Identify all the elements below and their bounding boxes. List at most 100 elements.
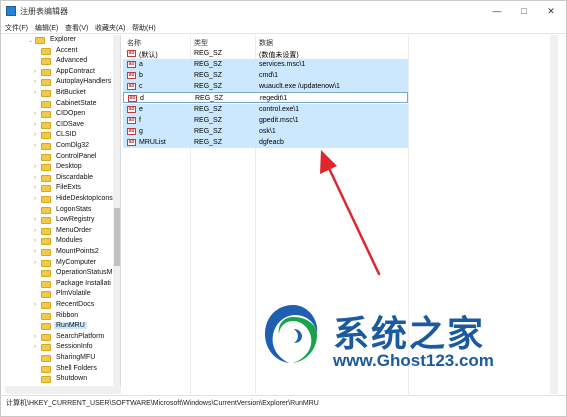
table-row[interactable]: ab c REG_SZ wuauclt.exe /updatenow\1 xyxy=(123,81,408,93)
expand-chevron-icon[interactable]: › xyxy=(34,175,36,181)
tree-item-label: HideDesktopIcons xyxy=(56,195,113,202)
tree-item[interactable]: ControlPanel xyxy=(5,152,113,163)
watermark-title: 系统之家 xyxy=(333,314,486,355)
expand-chevron-icon[interactable]: ⌄ xyxy=(28,37,33,44)
values-vertical-scrollbar[interactable] xyxy=(550,35,558,394)
tree-item[interactable]: › HideDesktopIcons xyxy=(5,194,113,205)
expand-chevron-icon[interactable]: › xyxy=(34,334,36,340)
folder-icon xyxy=(41,164,51,172)
tree-item-label: CIDSave xyxy=(56,120,85,128)
expand-chevron-icon[interactable]: › xyxy=(34,344,36,350)
tree-item[interactable]: CabinetState xyxy=(5,99,113,110)
tree-item[interactable]: › Desktop xyxy=(5,162,113,173)
table-row[interactable]: ab (默认) REG_SZ (数值未设置) xyxy=(123,48,408,59)
table-row[interactable]: ab f REG_SZ gpedit.msc\1 xyxy=(123,114,408,126)
tree-item[interactable]: › CIDOpen xyxy=(5,109,113,120)
expand-chevron-icon[interactable]: › xyxy=(34,260,36,266)
string-value-icon: ab xyxy=(127,105,136,113)
expand-chevron-icon[interactable]: › xyxy=(34,132,36,138)
tree-item-label: AutoplayHandlers xyxy=(56,78,112,86)
column-header-name[interactable]: 名称 xyxy=(127,38,141,48)
tree-item[interactable]: PlmVolatile xyxy=(5,289,113,300)
tree-item[interactable]: Ribbon xyxy=(5,311,113,322)
tree-item[interactable]: › MountPoints2 xyxy=(5,247,113,258)
watermark-logo-icon xyxy=(265,305,318,363)
tree-item[interactable]: › SessionInfo xyxy=(5,342,113,353)
tree-item[interactable]: › MenuOrder xyxy=(5,226,113,237)
expand-chevron-icon[interactable]: › xyxy=(34,122,36,128)
table-row[interactable]: ab b REG_SZ cmd\1 xyxy=(123,70,408,82)
table-row[interactable]: ab a REG_SZ services.msc\1 xyxy=(123,59,408,71)
string-value-icon: ab xyxy=(127,127,136,135)
table-row[interactable]: ab d REG_SZ regedit\1 xyxy=(123,92,408,104)
menu-file[interactable]: 文件(F) xyxy=(5,23,28,33)
tree-item-label: SessionInfo xyxy=(56,343,93,351)
column-header-data[interactable]: 数据 xyxy=(259,38,273,48)
tree-item[interactable]: Shutdown xyxy=(5,374,113,385)
tree-item[interactable]: › ComDlg32 xyxy=(5,141,113,152)
expand-chevron-icon[interactable]: › xyxy=(34,69,36,75)
tree-scroll-thumb[interactable] xyxy=(114,208,120,266)
expand-chevron-icon[interactable]: › xyxy=(34,302,36,308)
expand-chevron-icon[interactable]: › xyxy=(34,90,36,96)
tree-horizontal-scrollbar[interactable] xyxy=(5,386,121,394)
menu-bar: 文件(F) 编辑(E) 查看(V) 收藏夹(A) 帮助(H) xyxy=(1,21,566,34)
tree-item-label: SearchPlatform xyxy=(56,332,105,340)
tree-item[interactable]: ⌄ Explorer xyxy=(5,35,107,46)
folder-icon xyxy=(41,206,51,214)
tree-item-label: AppContract xyxy=(56,67,95,75)
close-button[interactable]: ✕ xyxy=(543,4,559,18)
tree-item[interactable]: OperationStatusM xyxy=(5,268,113,279)
column-header-type[interactable]: 类型 xyxy=(194,38,208,48)
tree-item[interactable]: Advanced xyxy=(5,56,113,67)
registry-key-tree[interactable]: Shutdown Shell Folders SharingMFU › SessionI… xyxy=(5,35,121,386)
menu-view[interactable]: 查看(V) xyxy=(65,23,88,33)
table-row[interactable]: ab g REG_SZ osk\1 xyxy=(123,125,408,137)
tree-item[interactable]: Shell Folders xyxy=(5,364,113,375)
tree-item-label: Shell Folders xyxy=(56,364,97,372)
string-value-icon: ab xyxy=(127,83,136,91)
tree-item[interactable]: › LowRegistry xyxy=(5,215,113,226)
expand-chevron-icon[interactable]: › xyxy=(34,217,36,223)
tree-item[interactable]: › AppContract xyxy=(5,67,113,78)
tree-item[interactable]: › FileExts xyxy=(5,183,113,194)
menu-favorites[interactable]: 收藏夹(A) xyxy=(95,23,125,33)
expand-chevron-icon[interactable]: › xyxy=(34,185,36,191)
menu-help[interactable]: 帮助(H) xyxy=(132,23,156,33)
tree-item[interactable]: › MyComputer xyxy=(5,258,113,269)
tree-item[interactable]: Accent xyxy=(5,46,113,57)
expand-chevron-icon[interactable]: › xyxy=(34,228,36,234)
minimize-button[interactable]: — xyxy=(489,4,505,18)
tree-item[interactable]: › BitBucket xyxy=(5,88,113,99)
tree-item[interactable]: › CLSID xyxy=(5,130,113,141)
tree-item[interactable]: › CIDSave xyxy=(5,120,113,131)
tree-item-label: LogonStats xyxy=(56,205,92,213)
value-type: REG_SZ xyxy=(195,95,224,103)
folder-icon xyxy=(41,227,51,235)
maximize-button[interactable]: □ xyxy=(516,4,532,18)
title-bar[interactable]: 注册表编辑器 — □ ✕ xyxy=(1,1,566,21)
expand-chevron-icon[interactable]: › xyxy=(34,79,36,85)
menu-edit[interactable]: 编辑(E) xyxy=(35,23,58,33)
expand-chevron-icon[interactable]: › xyxy=(34,111,36,117)
tree-item-label: MountPoints2 xyxy=(56,248,99,255)
tree-item-label: Desktop xyxy=(56,163,82,171)
tree-item[interactable]: › Discardable xyxy=(5,173,113,184)
table-row[interactable]: ab e REG_SZ control.exe\1 xyxy=(123,103,408,115)
tree-item[interactable]: SharingMFU xyxy=(5,353,113,364)
value-type: REG_SZ xyxy=(194,61,223,69)
expand-chevron-icon[interactable]: › xyxy=(34,238,36,244)
tree-vertical-scrollbar[interactable] xyxy=(113,35,120,386)
tree-item[interactable]: Package Installati xyxy=(5,279,113,290)
tree-item[interactable]: RunMRU xyxy=(5,321,113,332)
expand-chevron-icon[interactable]: › xyxy=(34,164,36,170)
tree-item[interactable]: › RecentDocs xyxy=(5,300,113,311)
tree-item[interactable]: LogonStats xyxy=(5,205,113,216)
expand-chevron-icon[interactable]: › xyxy=(34,143,36,149)
tree-item[interactable]: › SearchPlatform xyxy=(5,332,113,343)
tree-item[interactable]: › Modules xyxy=(5,236,113,247)
expand-chevron-icon[interactable]: › xyxy=(34,196,36,202)
tree-item[interactable]: › AutoplayHandlers xyxy=(5,77,113,88)
string-value-icon: ab xyxy=(127,138,136,146)
expand-chevron-icon[interactable]: › xyxy=(34,249,36,255)
